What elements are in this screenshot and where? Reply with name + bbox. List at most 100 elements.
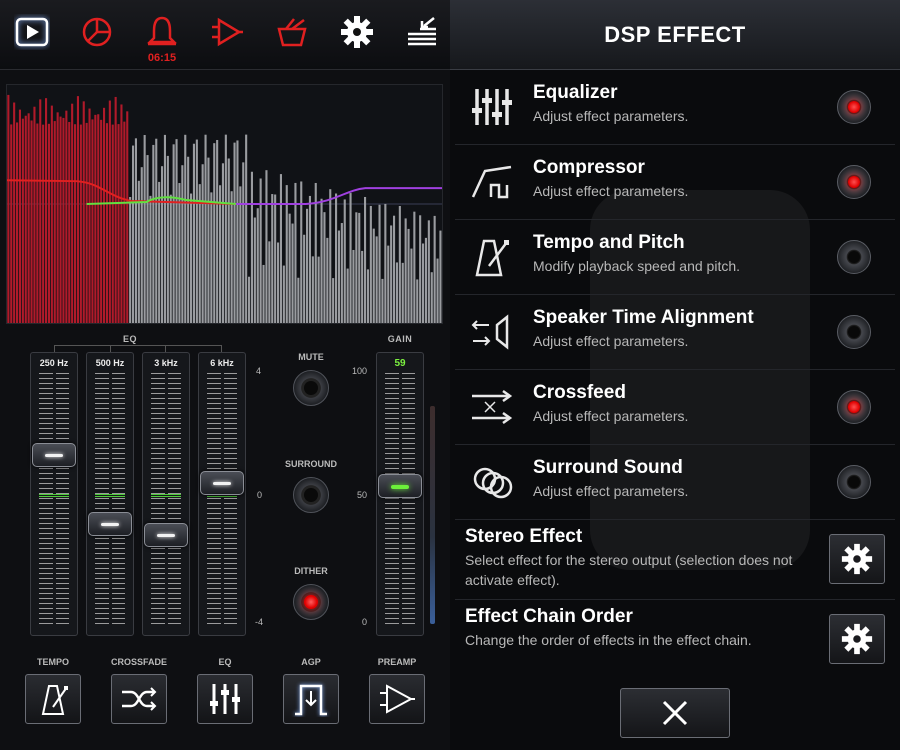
spectrum-bar xyxy=(143,135,146,323)
spectrum-bar xyxy=(314,182,317,323)
eq-band-slider[interactable]: 6 kHz xyxy=(198,352,246,636)
spectrum-bar xyxy=(369,205,372,323)
dialog-title: DSP EFFECT xyxy=(604,21,746,47)
metronome-icon xyxy=(41,685,68,715)
spectrum-bar xyxy=(123,121,126,323)
spectrum-bar xyxy=(387,245,390,323)
effect-row-equalizer[interactable]: Equalizer Adjust effect parameters. xyxy=(455,70,895,145)
stereo-effect-settings-button[interactable] xyxy=(829,534,885,584)
effect-subtitle: Modify playback speed and pitch. xyxy=(533,258,741,274)
spectrum-bar xyxy=(44,98,48,323)
spectrum-bar xyxy=(404,218,407,323)
spectrum-bar xyxy=(160,166,164,323)
effect-row-speaker-alignment[interactable]: Speaker Time Alignment Adjust effect par… xyxy=(455,295,895,370)
effect-chain-settings-button[interactable] xyxy=(829,614,885,664)
spectrum-bar xyxy=(340,223,343,323)
effect-enable-toggle[interactable] xyxy=(837,90,871,124)
dither-label: DITHER xyxy=(294,566,328,576)
eq-band-slider[interactable]: 250 Hz xyxy=(30,352,78,636)
gain-label: GAIN xyxy=(387,334,413,344)
dsp-amp-icon[interactable] xyxy=(207,12,247,52)
eq-band-label: 250 Hz xyxy=(39,358,69,368)
effect-enable-toggle[interactable] xyxy=(837,315,871,349)
gear-icon xyxy=(841,543,873,575)
effect-enable-toggle[interactable] xyxy=(837,165,871,199)
eq-slider-knob[interactable] xyxy=(88,511,132,536)
eq-band-slider[interactable]: 500 Hz xyxy=(86,352,134,636)
eq-band-label: 500 Hz xyxy=(95,358,125,368)
spectrum-bar xyxy=(268,241,271,323)
effect-enable-toggle[interactable] xyxy=(837,390,871,424)
agp-icon xyxy=(295,684,327,716)
spectrum-bar xyxy=(102,107,106,323)
gain-slider-knob[interactable] xyxy=(378,473,422,498)
gain-scale-bottom: 0 xyxy=(362,617,368,627)
effect-title: Speaker Time Alignment xyxy=(533,307,754,328)
eq-slider-knob[interactable] xyxy=(32,443,76,468)
alarm-bell-icon[interactable] xyxy=(142,12,182,52)
spectrum-bar xyxy=(100,119,103,323)
spectrum-bar xyxy=(146,155,149,323)
gain-scale-top: 100 xyxy=(352,366,368,376)
metronome-icon xyxy=(469,236,515,278)
library-icon[interactable] xyxy=(272,12,312,52)
spectrum-bar xyxy=(395,262,399,323)
effect-chain-order-row[interactable]: Effect Chain Order Change the order of e… xyxy=(455,600,895,680)
queue-icon[interactable] xyxy=(402,12,442,52)
preamp-label: PREAMP xyxy=(377,657,417,667)
effect-row-crossfeed[interactable]: Crossfeed Adjust effect parameters. xyxy=(455,370,895,445)
eq-slider-knob[interactable] xyxy=(144,523,188,548)
spectrum-bar xyxy=(288,213,291,323)
spectrum-bar xyxy=(175,139,178,323)
eq-button[interactable] xyxy=(197,674,253,724)
timer-icon[interactable] xyxy=(77,12,117,52)
preamp-button[interactable] xyxy=(369,674,425,724)
spectrum-bar xyxy=(71,103,74,323)
spectrum-bar xyxy=(187,156,190,323)
option-title: Effect Chain Order xyxy=(465,606,633,627)
eq-band-slider[interactable]: 3 kHz xyxy=(142,352,190,636)
effect-enable-toggle[interactable] xyxy=(837,240,871,274)
spectrum-bar xyxy=(282,265,285,323)
tempo-button[interactable] xyxy=(25,674,81,724)
surround-toggle[interactable] xyxy=(293,477,329,513)
spectrum-bar xyxy=(381,278,384,323)
spectrum-bar xyxy=(39,99,42,323)
spectrum-bar xyxy=(7,94,10,323)
gain-value: 59 xyxy=(394,358,406,369)
play-icon[interactable] xyxy=(12,12,52,52)
eq-scale-bottom: -4 xyxy=(255,617,264,627)
spectrum-bar xyxy=(36,123,39,323)
spectrum-bar xyxy=(236,140,239,323)
spectrum-bar xyxy=(424,237,428,323)
eq-slider-knob[interactable] xyxy=(200,471,244,496)
spectrum-bar xyxy=(140,167,143,323)
gain-slider[interactable]: 59 xyxy=(376,352,424,636)
spectrum-bar xyxy=(416,279,419,323)
effect-row-surround[interactable]: Surround Sound Adjust effect parameters. xyxy=(455,445,895,520)
effect-row-compressor[interactable]: Compressor Adjust effect parameters. xyxy=(455,145,895,220)
spectrum-bar xyxy=(56,112,59,323)
effect-row-tempo-pitch[interactable]: Tempo and Pitch Modify playback speed an… xyxy=(455,220,895,295)
effect-enable-toggle[interactable] xyxy=(837,465,871,499)
spectrum-bar xyxy=(305,208,309,323)
dither-toggle[interactable] xyxy=(293,584,329,620)
crossfade-button[interactable] xyxy=(111,674,167,724)
spectrum-bar xyxy=(337,230,341,323)
agp-button[interactable] xyxy=(283,674,339,724)
spectrum-bar xyxy=(195,139,198,323)
effect-subtitle: Adjust effect parameters. xyxy=(533,108,689,124)
agp-label: AGP xyxy=(301,657,321,667)
settings-gear-icon[interactable] xyxy=(337,12,377,52)
spectrum-analyzer xyxy=(6,84,443,324)
stereo-effect-row[interactable]: Stereo Effect Select effect for the ster… xyxy=(455,520,895,600)
spectrum-bar xyxy=(346,268,349,323)
mute-label: MUTE xyxy=(298,352,324,362)
close-button[interactable] xyxy=(620,688,730,738)
mute-toggle[interactable] xyxy=(293,370,329,406)
spectrum-bar xyxy=(91,119,94,323)
slider-ticks xyxy=(385,373,415,627)
slider-ticks xyxy=(95,373,125,627)
spectrum-bar xyxy=(189,193,193,323)
spectrum-bar xyxy=(76,96,80,323)
